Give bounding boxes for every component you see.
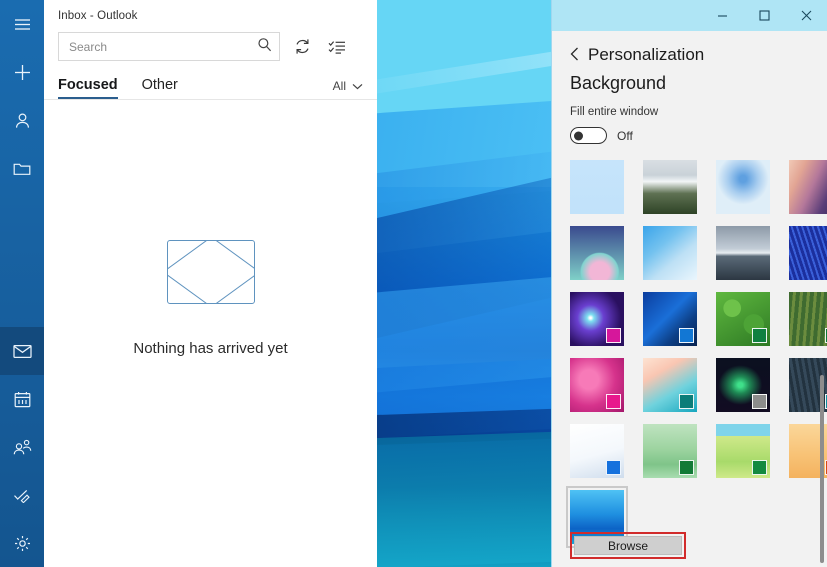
thumb-pastel-arcs[interactable] [570,226,624,280]
search-icon[interactable] [257,37,272,57]
sidebar-item-tasks[interactable] [0,471,44,519]
filter-all[interactable]: All [333,79,363,99]
thumb-green-hills[interactable] [643,424,697,478]
page-title: Background [570,73,667,93]
maximize-icon[interactable] [743,0,785,31]
breadcrumb-label: Personalization [588,45,705,64]
outlook-toolbar [44,22,377,61]
fill-window-toggle[interactable] [570,127,607,144]
select-mode-icon[interactable] [324,34,350,60]
sidebar-item-folders[interactable] [0,144,44,192]
search-field[interactable] [69,39,257,54]
browse-button-highlight: Browse [570,532,686,559]
browse-button[interactable]: Browse [574,536,682,555]
thumb-pink-petals[interactable] [570,358,624,412]
accent-color-badge [606,394,621,409]
accent-color-badge [606,460,621,475]
outlook-nav-rail [0,0,44,567]
empty-inbox-text: Nothing has arrived yet [133,340,288,357]
sidebar-item-hamburger[interactable] [0,0,44,48]
thumb-blue-facets[interactable] [643,226,697,280]
empty-inbox-state: Nothing has arrived yet [44,100,377,357]
mail-tabs: Focused Other All [44,61,377,99]
outlook-window: Inbox - Outlook Search Focused Other All… [0,0,377,567]
sync-icon[interactable] [289,34,315,60]
accent-color-badge [752,328,767,343]
accent-color-badge [679,394,694,409]
tab-focused[interactable]: Focused [58,77,118,99]
settings-scrollbar[interactable] [820,375,824,563]
sidebar-item-settings[interactable] [0,519,44,567]
outlook-main: Inbox - Outlook Search Focused Other All… [44,0,377,567]
thumb-spring-field[interactable] [716,424,770,478]
sidebar-item-people[interactable] [0,423,44,471]
window-title: Inbox - Outlook [58,10,138,22]
fill-window-toggle-state: Off [617,128,633,143]
settings-titlebar[interactable] [552,0,827,31]
thumb-blue-waves[interactable] [789,226,827,280]
accent-color-badge [606,328,621,343]
filter-label: All [332,79,346,93]
thumb-blue-ridge[interactable] [643,292,697,346]
tab-other[interactable]: Other [142,77,178,99]
thumb-canyon[interactable] [789,160,827,214]
thumb-blue-tree[interactable] [716,160,770,214]
accent-color-badge [752,394,767,409]
thumb-forest[interactable] [789,292,827,346]
minimize-icon[interactable] [701,0,743,31]
settings-content: Personalization Background Fill entire w… [552,31,827,567]
screen: Inbox - Outlook Search Focused Other All… [0,0,827,567]
thumb-aurora[interactable] [716,358,770,412]
settings-window: Personalization Background Fill entire w… [551,0,827,567]
sidebar-item-calendar[interactable] [0,375,44,423]
thumb-plain-blue[interactable] [570,160,624,214]
search-input[interactable] [58,32,280,61]
fill-window-label: Fill entire window [570,106,659,118]
accent-color-badge [679,328,694,343]
background-thumbnail-grid [566,160,827,548]
accent-color-badge [679,460,694,475]
sidebar-item-account[interactable] [0,96,44,144]
chevron-down-icon[interactable] [352,79,363,93]
sidebar-item-mail[interactable] [0,327,44,375]
accent-color-badge [752,460,767,475]
thumb-winter-sketch[interactable] [570,424,624,478]
thumb-clover[interactable] [716,292,770,346]
breadcrumb[interactable]: Personalization [570,45,809,65]
fill-window-toggle-row: Off [570,127,809,144]
thumb-mountain[interactable] [643,160,697,214]
close-icon[interactable] [785,0,827,31]
thumb-purple-burst[interactable] [570,292,624,346]
back-arrow-icon[interactable] [570,47,579,64]
thumb-peach-curve[interactable] [643,358,697,412]
thumb-lake-dusk[interactable] [716,226,770,280]
sidebar-item-new-mail[interactable] [0,48,44,96]
envelope-icon [166,240,255,304]
